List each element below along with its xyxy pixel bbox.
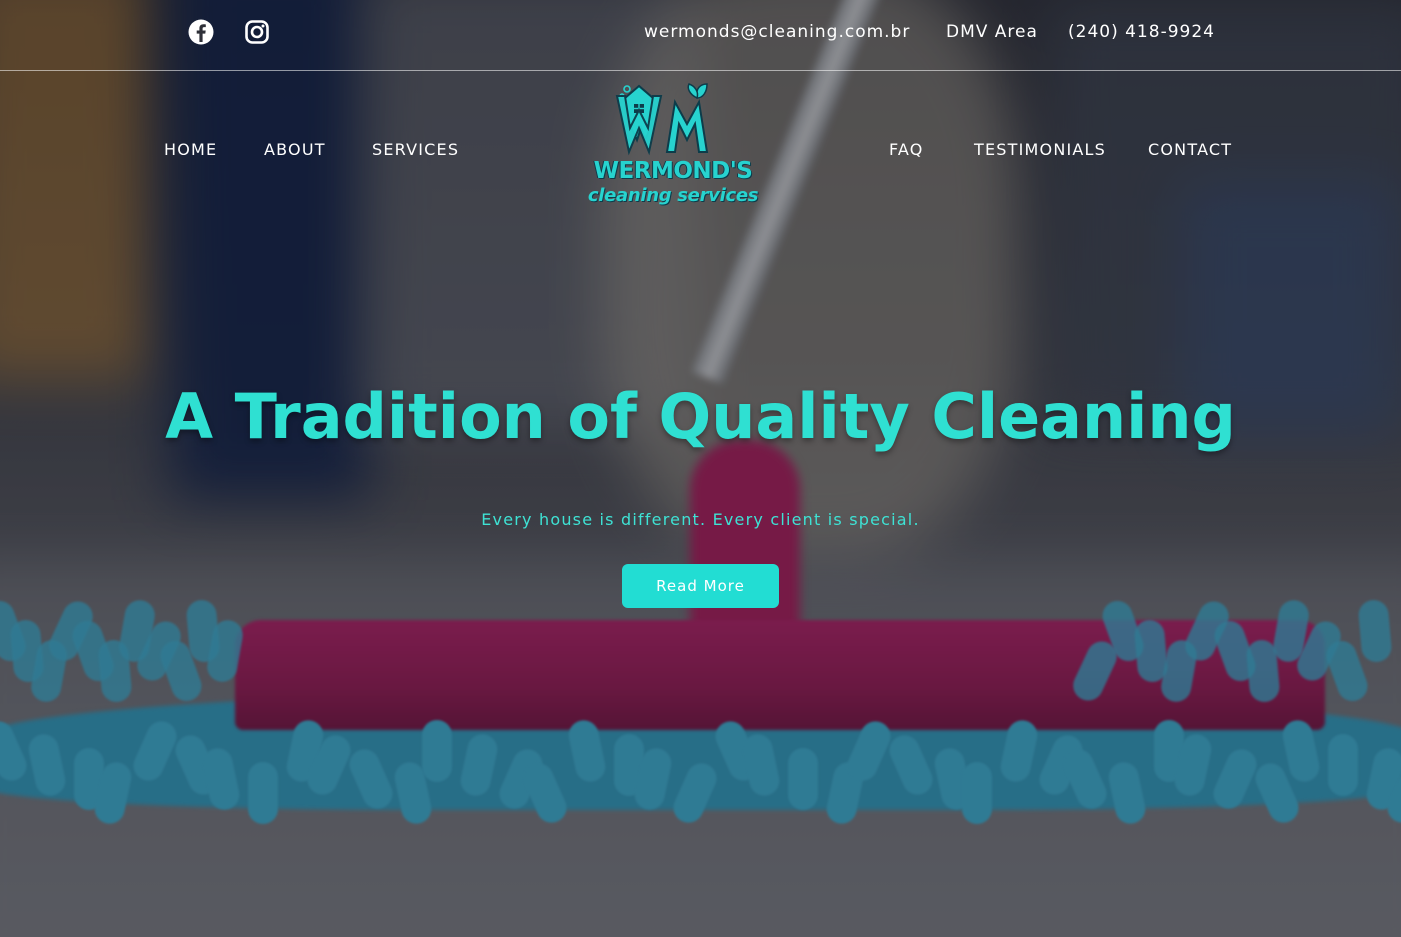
nav-item-services[interactable]: SERVICES [372, 140, 459, 159]
logo-subtitle: cleaning services [587, 185, 759, 206]
hero-subtitle: Every house is different. Every client i… [481, 510, 920, 529]
instagram-icon[interactable] [243, 18, 271, 46]
read-more-button[interactable]: Read More [622, 564, 779, 608]
service-area: DMV Area [946, 22, 1038, 42]
brand-logo[interactable]: WERMOND'S cleaning services [583, 80, 763, 210]
logo-emblem-icon [615, 83, 709, 156]
hero-title: A Tradition of Quality Cleaning [165, 380, 1236, 453]
nav-item-contact[interactable]: CONTACT [1148, 140, 1232, 159]
nav-item-testimonials[interactable]: TESTIMONIALS [974, 140, 1106, 159]
contact-phone[interactable]: (240) 418-9924 [1068, 22, 1215, 42]
facebook-icon[interactable] [187, 18, 215, 46]
nav-item-about[interactable]: ABOUT [264, 140, 326, 159]
nav-item-faq[interactable]: FAQ [889, 140, 924, 159]
logo-title: WERMOND'S [593, 158, 753, 184]
top-bar: wermonds@cleaning.com.br DMV Area (240) … [0, 0, 1401, 71]
nav-item-home[interactable]: HOME [164, 140, 217, 159]
contact-email[interactable]: wermonds@cleaning.com.br [644, 22, 910, 42]
